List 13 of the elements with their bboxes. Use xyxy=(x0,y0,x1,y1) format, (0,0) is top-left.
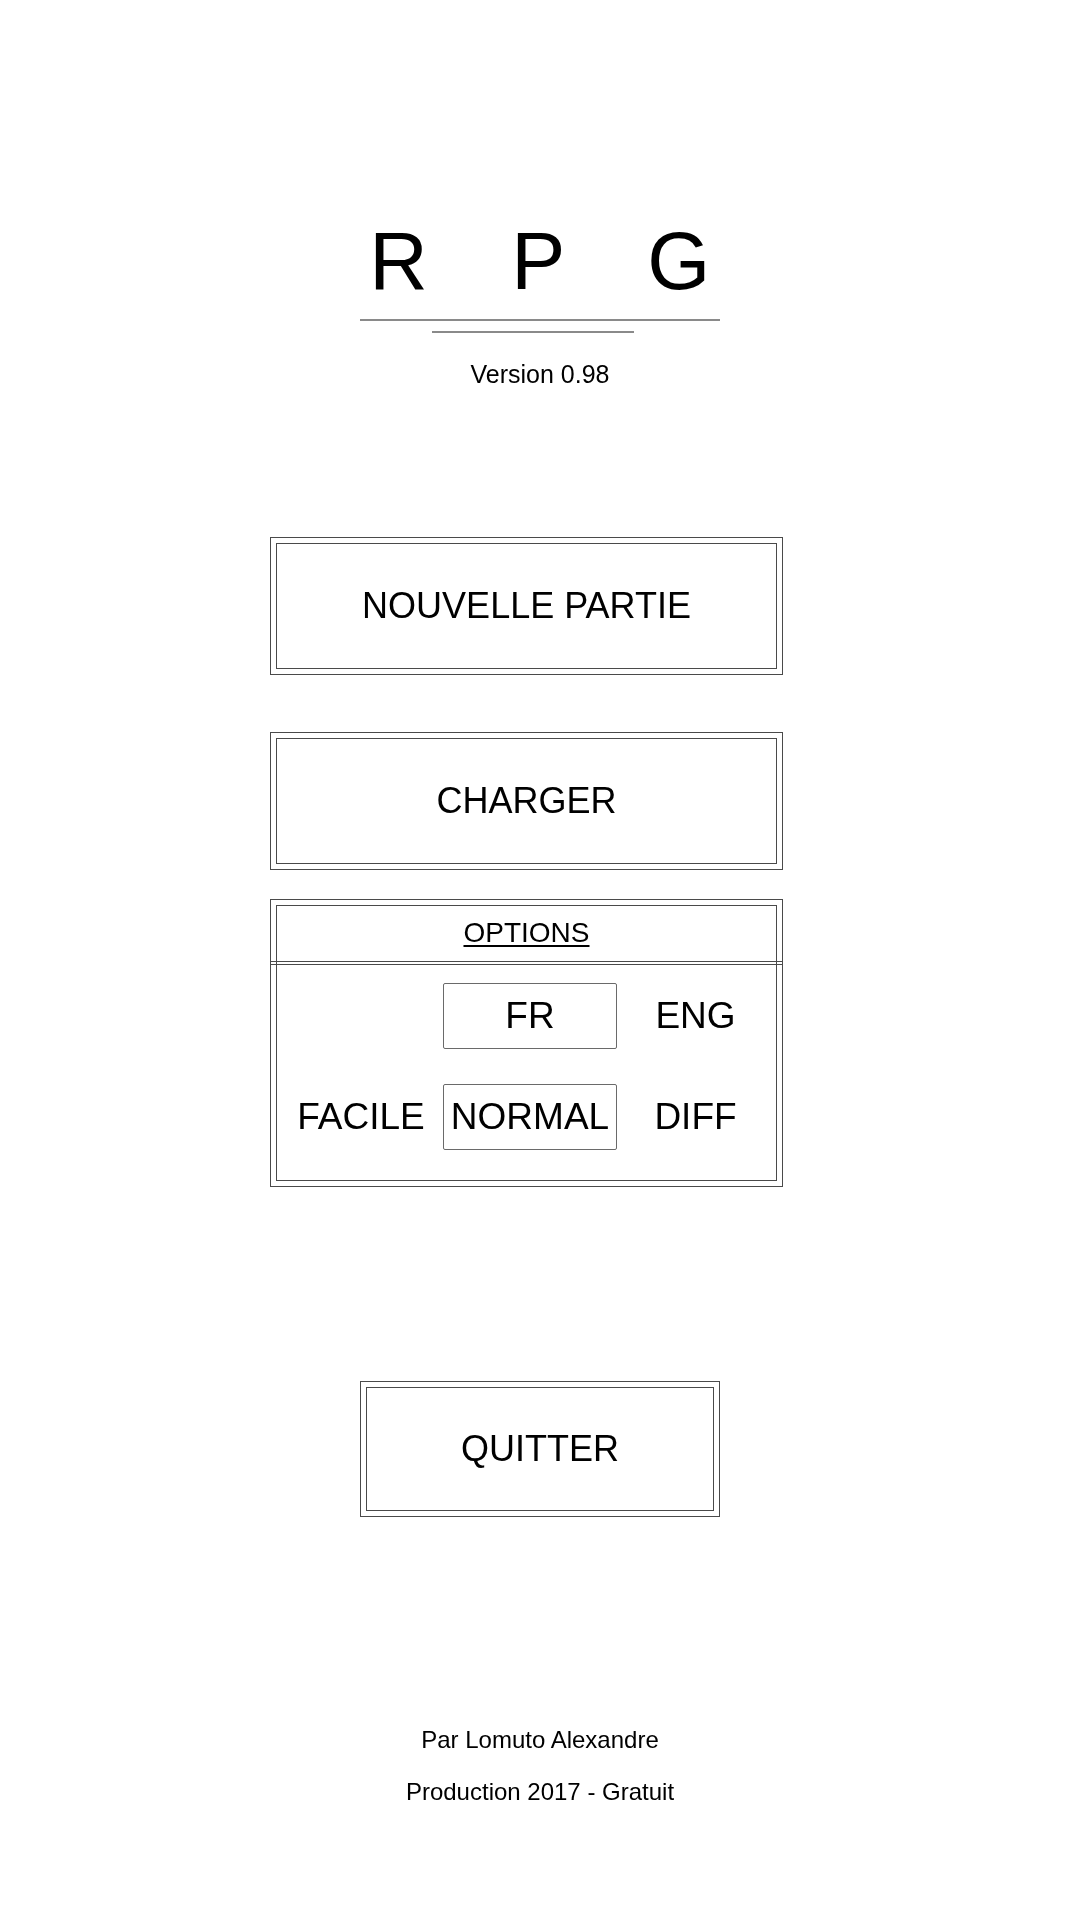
menu-button[interactable]: NOUVELLE PARTIE xyxy=(270,537,783,675)
options-heading: OPTIONS xyxy=(463,916,590,950)
credit-text: Production 2017 - Gratuit xyxy=(405,1777,675,1807)
option-button[interactable]: ENG xyxy=(617,983,774,1049)
menu-button[interactable]: CHARGER xyxy=(270,732,783,870)
option-button[interactable]: FR xyxy=(443,983,617,1049)
version-label: Version 0.98 xyxy=(470,359,610,389)
option-button[interactable]: DIFF xyxy=(617,1084,774,1150)
credit-text: Par Lomuto Alexandre xyxy=(421,1725,659,1755)
option-button[interactable]: FACILE xyxy=(279,1084,443,1150)
option-button[interactable]: NORMAL xyxy=(443,1084,617,1150)
game-title: R P G xyxy=(368,221,741,302)
quit-button[interactable]: QUITTER xyxy=(360,1381,720,1517)
